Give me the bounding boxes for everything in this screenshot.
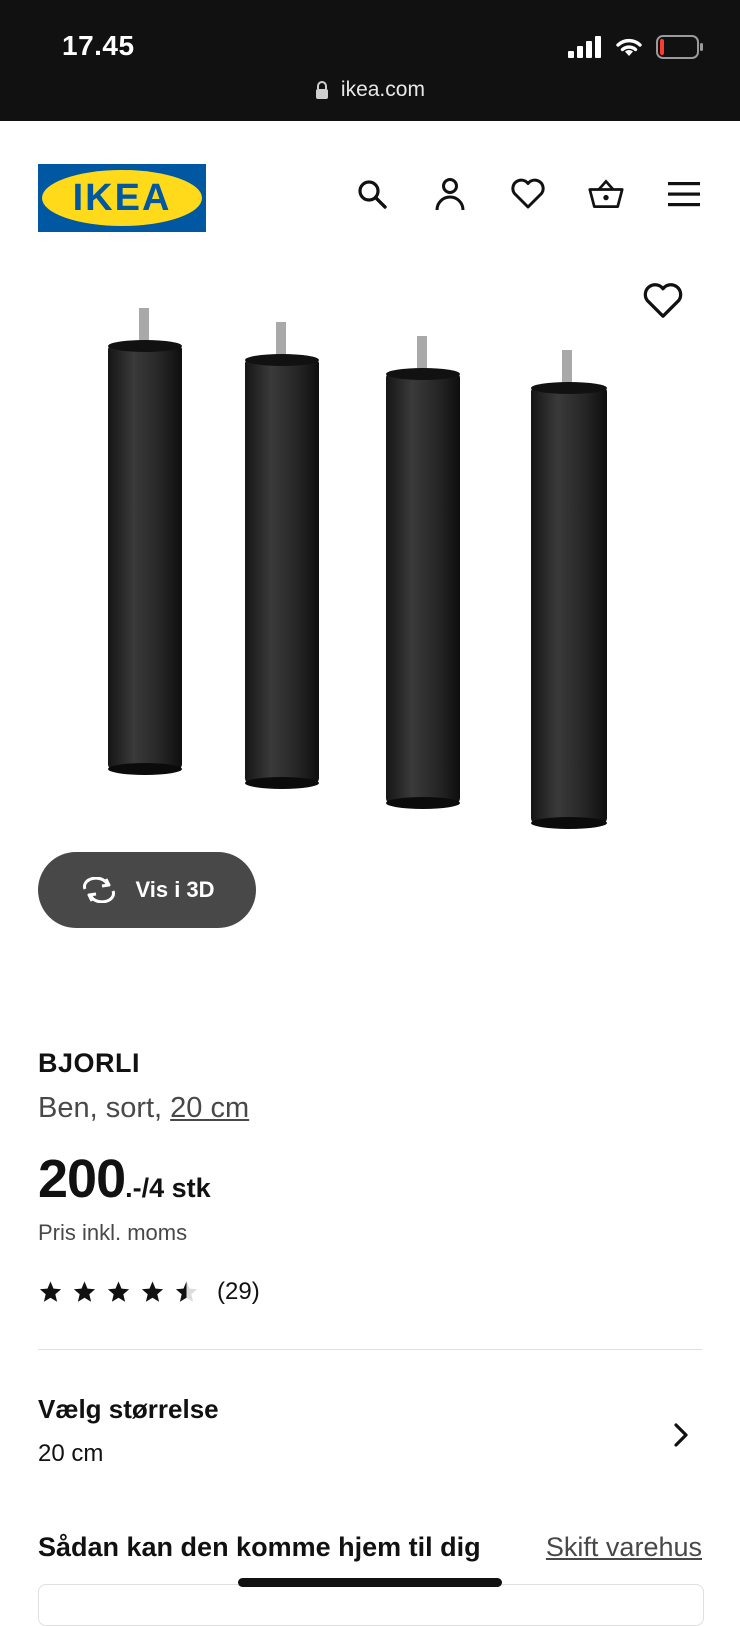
url-bar[interactable]: ikea.com: [0, 78, 740, 102]
star-icon: [107, 1281, 130, 1302]
size-selector-title: Vælg størrelse: [38, 1394, 219, 1424]
product-rating[interactable]: (29): [38, 1278, 260, 1306]
rating-stars: [38, 1280, 199, 1304]
favorites-icon[interactable]: [510, 176, 546, 212]
size-selector[interactable]: Vælg størrelse 20 cm: [38, 1386, 702, 1486]
delivery-card[interactable]: [38, 1584, 704, 1626]
cellular-signal-icon: [568, 36, 601, 58]
product-leg-3: [386, 336, 460, 809]
ikea-logo[interactable]: IKEA: [38, 164, 206, 232]
price-unit: .-/4 stk: [125, 1173, 211, 1203]
lock-icon: [316, 81, 329, 100]
size-selector-value: 20 cm: [38, 1440, 104, 1467]
product-description: Ben, sort, 20 cm: [38, 1092, 249, 1125]
home-indicator[interactable]: [238, 1578, 502, 1587]
status-time: 17.45: [62, 30, 135, 61]
header-actions: [354, 176, 702, 212]
url-text: ikea.com: [340, 78, 425, 101]
basket-icon[interactable]: [588, 176, 624, 212]
product-price: 200.-/4 stk: [38, 1148, 211, 1210]
search-icon[interactable]: [354, 176, 390, 212]
product-leg-1: [108, 308, 182, 775]
price-amount: 200: [38, 1149, 126, 1209]
rotate-3d-icon: [83, 877, 116, 903]
product-image[interactable]: [90, 300, 650, 860]
battery-icon: [656, 35, 703, 59]
star-icon: [39, 1281, 62, 1302]
wifi-icon: [616, 38, 642, 56]
product-size-link[interactable]: 20 cm: [170, 1092, 249, 1124]
divider: [38, 1349, 702, 1350]
ikea-logo-graphic: IKEA: [38, 164, 206, 232]
menu-icon[interactable]: [666, 176, 702, 212]
account-icon[interactable]: [432, 176, 468, 212]
product-leg-4: [531, 350, 607, 829]
logo-text: IKEA: [73, 177, 172, 219]
product-name: BJORLI: [38, 1048, 141, 1078]
star-icon: [175, 1281, 198, 1302]
vat-note: Pris inkl. moms: [38, 1220, 188, 1245]
star-icon: [141, 1281, 164, 1302]
status-bar: 17.45 ikea.com: [0, 0, 740, 121]
delivery-title: Sådan kan den komme hjem til dig: [38, 1532, 481, 1562]
view-in-3d-button[interactable]: Vis i 3D: [38, 852, 256, 928]
star-icon: [73, 1281, 96, 1302]
review-count: (29): [217, 1278, 260, 1305]
product-leg-2: [245, 322, 319, 789]
view-in-3d-label: Vis i 3D: [135, 877, 215, 902]
product-description-text: Ben, sort,: [38, 1092, 171, 1124]
chevron-right-icon: [674, 1423, 688, 1447]
change-store-link[interactable]: Skift varehus: [546, 1532, 702, 1563]
system-icons: [568, 32, 704, 62]
